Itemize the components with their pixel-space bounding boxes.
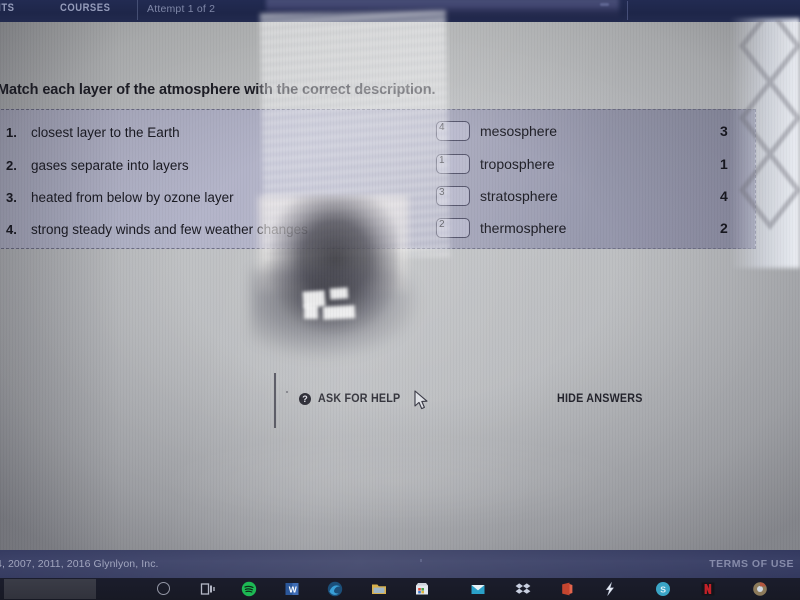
lightning-icon[interactable] [602,581,618,597]
answer-row: 3 stratosphere 4 [436,183,756,216]
description-number: 3. [6,190,17,205]
question-prompt: Match each layer of the atmosphere with … [0,82,436,98]
description-text: closest layer to the Earth [31,125,180,140]
task-view-icon[interactable] [200,581,216,597]
netflix-icon[interactable] [700,581,716,597]
nav-item-courses[interactable]: COURSES [60,2,110,14]
answer-label: stratosphere [480,188,558,204]
answer-label: troposphere [480,156,555,172]
mail-icon[interactable] [470,581,486,597]
answer-input[interactable]: 4 [436,121,470,141]
nav-divider-right [627,1,628,20]
answer-input-value: 3 [439,187,445,198]
answer-input-value: 4 [439,122,445,133]
answer-input[interactable]: 3 [436,186,470,206]
correct-answer: 4 [720,188,728,204]
answer-input[interactable]: 1 [436,154,470,174]
copyright-text: 4, 2007, 2011, 2016 Glynlyon, Inc. [0,558,159,570]
svg-text:W: W [289,584,298,594]
file-explorer-icon[interactable] [371,581,387,597]
answer-label: thermosphere [480,220,567,236]
screen-photo: NTS COURSES Attempt 1 of 2 Match each la… [0,0,800,600]
svg-text:S: S [660,584,666,594]
description-text: strong steady winds and few weather chan… [31,222,308,237]
attempt-counter: Attempt 1 of 2 [147,3,216,15]
ask-for-help-button[interactable]: ASK FOR HELP [318,393,400,405]
description-number: 2. [6,158,17,173]
description-number: 4. [6,222,17,237]
windows-taskbar: W S [0,578,800,600]
office-icon[interactable] [559,581,575,597]
dropbox-icon[interactable] [515,581,531,597]
skype-icon[interactable]: S [655,581,671,597]
answer-row: 2 thermosphere 2 [436,215,756,248]
start-search-box[interactable] [4,579,96,599]
top-navigation-bar: NTS COURSES Attempt 1 of 2 [0,0,800,22]
nav-divider [137,0,138,20]
page-footer: 4, 2007, 2011, 2016 Glynlyon, Inc. TERMS… [0,550,800,578]
matching-question-panel: 1. closest layer to the Earth 2. gases s… [0,109,756,249]
specular-highlight [304,305,318,319]
microsoft-store-icon[interactable] [414,581,430,597]
nav-indicator-dot [600,3,609,6]
edge-icon[interactable] [327,581,343,597]
answer-input-value: 1 [439,155,445,166]
footer-speck [420,559,422,562]
answer-row: 1 troposphere 1 [436,151,756,184]
nav-glare-overlay [266,0,619,19]
correct-answer: 1 [720,156,728,172]
description-text: heated from below by ozone layer [31,190,234,205]
answer-label: mesosphere [480,123,558,139]
hide-answers-button[interactable]: HIDE ANSWERS [557,393,643,405]
correct-answer: 2 [720,220,728,236]
description-text: gases separate into layers [31,158,189,173]
mouse-cursor [414,390,428,410]
terms-of-use-link[interactable]: TERMS OF USE [709,558,794,570]
quiz-page: Match each layer of the atmosphere with … [0,22,800,550]
answer-input[interactable]: 2 [436,218,470,238]
action-bar-divider [274,373,276,428]
specular-highlight [329,287,349,300]
description-number: 1. [6,125,17,140]
chrome-icon[interactable] [752,581,768,597]
answer-input-value: 2 [439,219,445,230]
correct-answer: 3 [720,123,728,139]
nav-item-assignments[interactable]: NTS [0,2,14,14]
spotify-icon[interactable] [241,581,257,597]
help-question-mark-icon[interactable]: ? [299,393,311,405]
answer-row: 4 mesosphere 3 [436,118,756,151]
specular-highlight [322,305,356,320]
action-bar-speck [286,391,288,393]
word-icon[interactable]: W [284,581,300,597]
cortana-icon[interactable] [157,582,170,595]
